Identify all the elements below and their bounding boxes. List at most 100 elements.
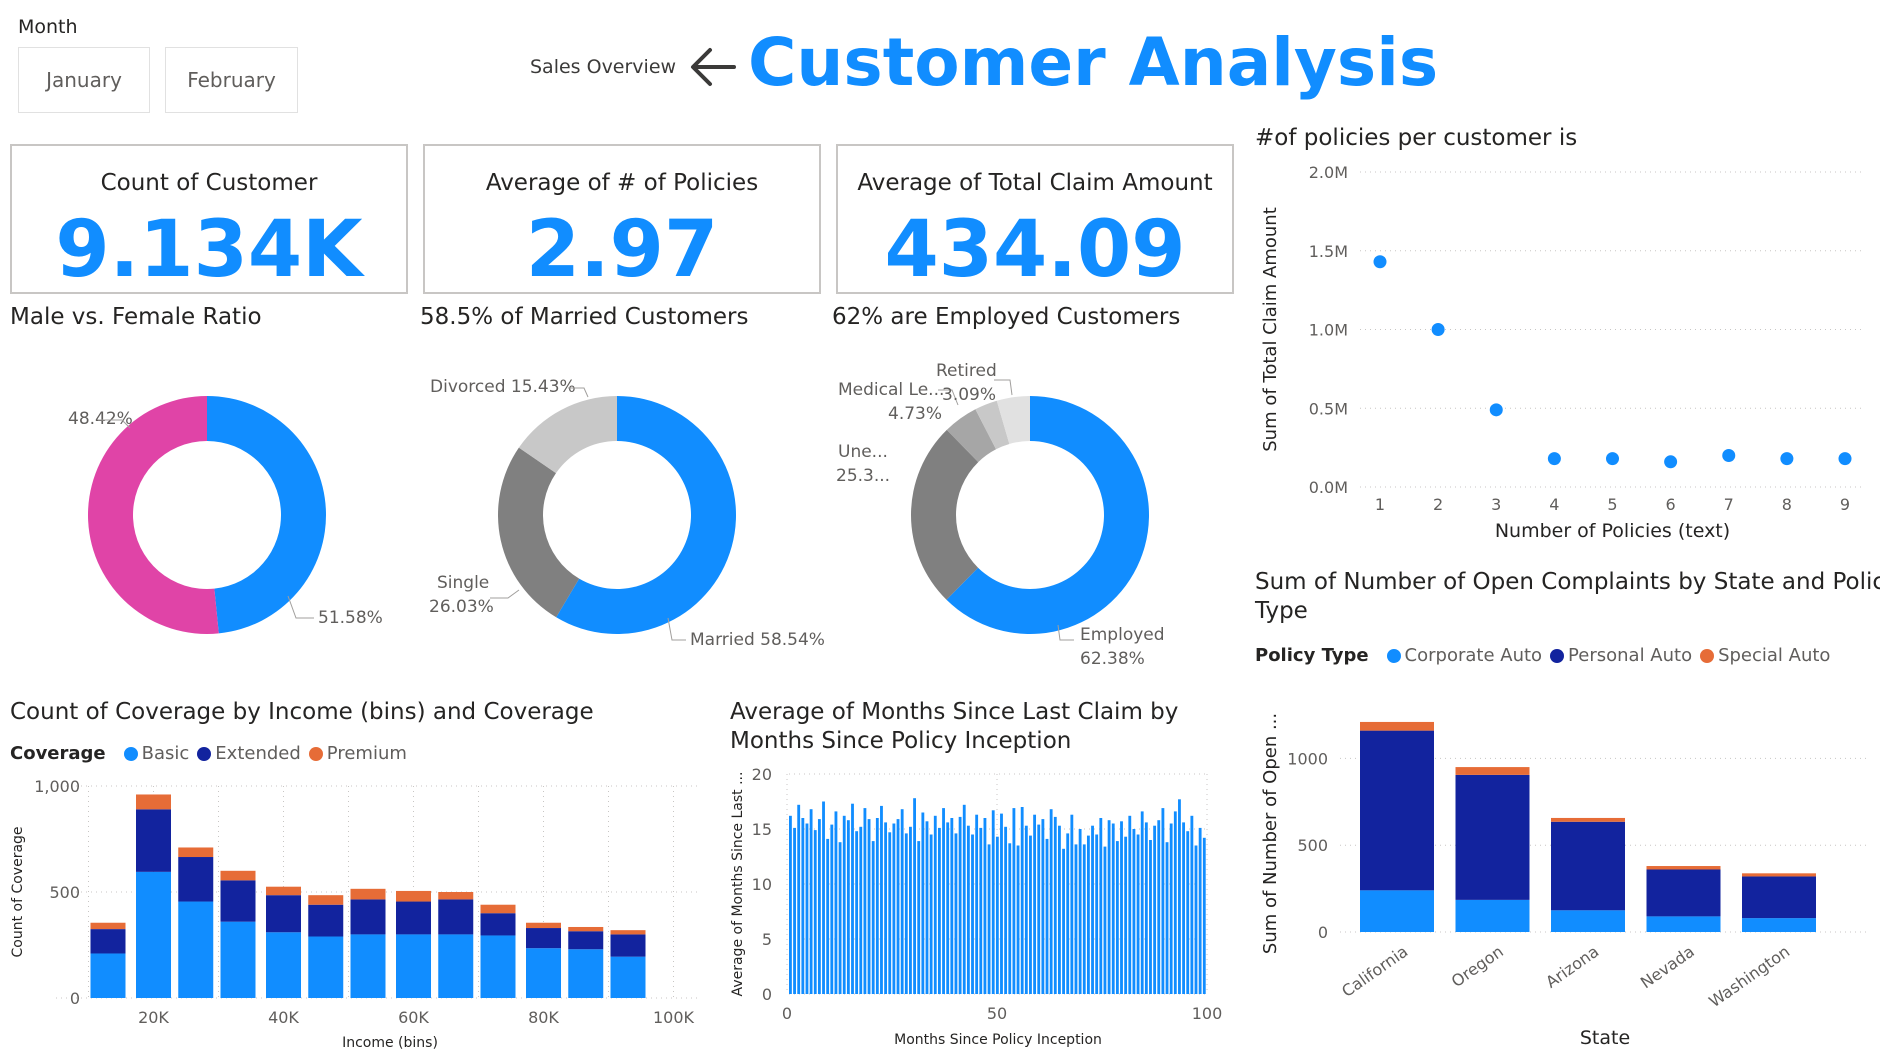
bar-segment[interactable] <box>350 888 386 900</box>
sales-overview-nav-button[interactable]: Sales Overview <box>530 42 738 92</box>
bar-segment[interactable] <box>1455 899 1530 932</box>
bar[interactable] <box>983 818 987 994</box>
bar[interactable] <box>1095 834 1099 995</box>
bar-segment[interactable] <box>308 904 344 937</box>
bar-segment[interactable] <box>1646 866 1721 870</box>
bar[interactable] <box>1190 815 1194 994</box>
bar[interactable] <box>809 809 813 994</box>
bar[interactable] <box>942 808 945 994</box>
bar[interactable] <box>863 808 867 994</box>
policies-scatter-chart[interactable]: 0.0M 0.5M 1.0M 1.5M 2.0M 1 2 3 4 5 6 7 8 9 Number of P… <box>1250 160 1875 550</box>
bar[interactable] <box>1103 846 1107 994</box>
bar-segment[interactable] <box>396 934 431 998</box>
bar[interactable] <box>1173 811 1177 994</box>
bar-segment[interactable] <box>350 899 386 935</box>
scatter-point[interactable] <box>1489 403 1503 417</box>
bar[interactable] <box>1120 821 1123 994</box>
bar[interactable] <box>1086 835 1090 994</box>
bar[interactable] <box>1099 818 1103 994</box>
bar[interactable] <box>909 826 912 994</box>
bar-segment[interactable] <box>90 929 126 954</box>
legend-item[interactable]: Corporate Auto <box>1405 645 1543 666</box>
scatter-point[interactable] <box>1722 449 1736 462</box>
bar-segment[interactable] <box>1742 873 1816 877</box>
bar[interactable] <box>1128 815 1132 994</box>
bar[interactable] <box>1016 845 1020 995</box>
bar-segment[interactable] <box>308 895 344 905</box>
employment-donut[interactable] <box>911 396 1149 634</box>
bar[interactable] <box>813 830 817 994</box>
bar-segment[interactable] <box>308 936 344 998</box>
bar-segment[interactable] <box>480 904 516 914</box>
bar[interactable] <box>896 819 900 994</box>
bar[interactable] <box>892 823 896 995</box>
bar-segment[interactable] <box>438 899 474 935</box>
bar[interactable] <box>1107 820 1111 994</box>
bar-segment[interactable] <box>568 949 604 998</box>
bar-segment[interactable] <box>480 935 516 998</box>
bar-segment[interactable] <box>396 890 431 902</box>
bar[interactable] <box>1132 829 1136 994</box>
scatter-point[interactable] <box>1780 452 1794 466</box>
bar[interactable] <box>958 816 962 994</box>
months-bar-chart[interactable]: 0 5 10 15 20 0 50 100 Months Since Policy Incept… <box>725 760 1245 1054</box>
bar[interactable] <box>855 831 859 994</box>
gender-donut[interactable] <box>88 396 327 634</box>
bar[interactable] <box>925 821 929 994</box>
bar[interactable] <box>933 815 937 994</box>
bar[interactable] <box>1169 823 1173 995</box>
bar-segment[interactable] <box>136 809 171 872</box>
scatter-point[interactable] <box>1373 255 1387 269</box>
bar[interactable] <box>1004 826 1008 994</box>
bar[interactable] <box>1202 837 1206 994</box>
donut-slice[interactable] <box>498 447 580 618</box>
bar[interactable] <box>995 836 999 994</box>
bar[interactable] <box>1082 844 1086 994</box>
bar-segment[interactable] <box>136 794 171 810</box>
bar[interactable] <box>1178 799 1181 994</box>
bar[interactable] <box>888 832 892 994</box>
bar[interactable] <box>937 827 941 994</box>
bar[interactable] <box>1045 838 1049 994</box>
bar[interactable] <box>979 827 983 994</box>
bar[interactable] <box>1000 813 1003 994</box>
bar[interactable] <box>971 834 974 995</box>
bar[interactable] <box>1153 825 1157 994</box>
legend-item[interactable]: Extended <box>215 743 301 764</box>
bar-segment[interactable] <box>526 928 561 949</box>
bar-segment[interactable] <box>396 901 431 935</box>
bar-segment[interactable] <box>90 922 126 930</box>
bar[interactable] <box>1091 825 1094 994</box>
bar[interactable] <box>1049 809 1053 994</box>
bar-segment[interactable] <box>178 857 214 902</box>
bar-segment[interactable] <box>266 895 301 933</box>
bar[interactable] <box>1182 822 1186 994</box>
coverage-bar-chart[interactable]: 0 500 1,000 20K 40K 60K 80K 100K Income (bins) Co… <box>0 770 715 1054</box>
bar[interactable] <box>801 818 805 994</box>
bar[interactable] <box>1136 834 1140 995</box>
bar[interactable] <box>875 818 879 994</box>
bar[interactable] <box>846 820 850 994</box>
bar[interactable] <box>1058 825 1061 994</box>
donut-slice[interactable] <box>207 396 327 634</box>
bar-segment[interactable] <box>568 931 604 950</box>
bar-segment[interactable] <box>610 930 646 935</box>
bar[interactable] <box>954 833 958 994</box>
bar[interactable] <box>1074 844 1078 994</box>
bar[interactable] <box>859 826 863 994</box>
bar[interactable] <box>1198 827 1202 994</box>
bar-segment[interactable] <box>526 922 561 929</box>
bar-segment[interactable] <box>1742 876 1816 919</box>
bar-segment[interactable] <box>266 932 301 998</box>
bar-segment[interactable] <box>1360 730 1434 891</box>
bar-segment[interactable] <box>1646 869 1721 917</box>
bar-segment[interactable] <box>1455 774 1530 900</box>
bar[interactable] <box>900 809 904 994</box>
bar[interactable] <box>1041 819 1045 994</box>
bar[interactable] <box>917 841 921 994</box>
bar[interactable] <box>1124 836 1128 994</box>
bar-segment[interactable] <box>1360 890 1434 932</box>
bar-segment[interactable] <box>220 870 256 881</box>
bar[interactable] <box>789 815 792 994</box>
bar-segment[interactable] <box>1360 721 1434 731</box>
